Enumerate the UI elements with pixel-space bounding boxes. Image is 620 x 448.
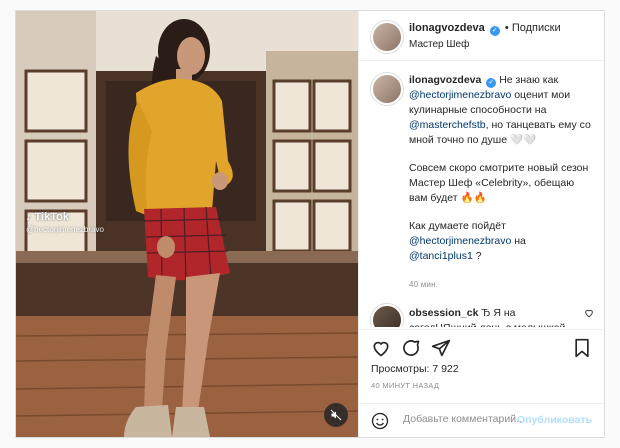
mention-link[interactable]: @tanci1plus1 bbox=[409, 250, 473, 262]
posted-time: 40 МИНУТ НАЗАД bbox=[371, 381, 440, 390]
caption-text: Как думаете пойдёт bbox=[409, 220, 506, 232]
tiktok-watermark: ♪ TikTok @hectorjimenezbravo bbox=[26, 211, 104, 234]
tiktok-icon: ♪ bbox=[26, 211, 32, 223]
avatar[interactable] bbox=[371, 73, 403, 105]
comment-icon[interactable] bbox=[401, 338, 421, 358]
caption-time: 40 мин. bbox=[409, 280, 439, 289]
location-link[interactable]: Мастер Шеф bbox=[409, 39, 561, 50]
caption-paragraph: Совсем скоро смотрите новый сезон Мастер… bbox=[409, 162, 589, 204]
following-button[interactable]: • Подписки bbox=[505, 22, 561, 34]
comment-like-icon[interactable] bbox=[584, 308, 594, 318]
tiktok-handle: @hectorjimenezbravo bbox=[26, 225, 104, 234]
caption-author[interactable]: ilonagvozdeva bbox=[409, 74, 481, 86]
mention-link[interactable]: @hectorjimenezbravo bbox=[409, 235, 511, 247]
tiktok-brand: TikTok bbox=[34, 211, 69, 223]
mention-link[interactable]: @hectorjimenezbravo bbox=[409, 89, 511, 101]
verified-icon: ✓ bbox=[486, 78, 497, 88]
heart-icon[interactable] bbox=[371, 338, 391, 358]
avatar[interactable] bbox=[371, 304, 403, 327]
caption-text: Не знаю как bbox=[499, 74, 559, 86]
post-video[interactable]: ♪ TikTok @hectorjimenezbravo bbox=[16, 11, 358, 437]
post-sidebar: ilonagvozdeva ✓ • Подписки Мастер Шеф il… bbox=[358, 11, 604, 437]
post-header: ilonagvozdeva ✓ • Подписки Мастер Шеф bbox=[359, 11, 604, 61]
publish-button[interactable]: Опубликовать bbox=[517, 414, 592, 426]
comments-list[interactable]: ilonagvozdeva ✓ Не знаю как @hectorjimen… bbox=[359, 61, 604, 327]
emoji-icon[interactable] bbox=[371, 412, 389, 430]
views-count[interactable]: Просмотры: 7 922 bbox=[371, 363, 459, 375]
bookmark-icon[interactable] bbox=[572, 338, 592, 358]
action-bar bbox=[359, 329, 604, 366]
caption-text: ? bbox=[475, 250, 482, 262]
author-username[interactable]: ilonagvozdeva bbox=[409, 22, 485, 34]
caption: ilonagvozdeva ✓ Не знаю как @hectorjimen… bbox=[359, 61, 604, 292]
avatar[interactable] bbox=[371, 21, 403, 53]
mute-button[interactable] bbox=[324, 403, 348, 427]
caption-text: на bbox=[514, 235, 526, 247]
instagram-post: ♪ TikTok @hectorjimenezbravo ilonagvozde… bbox=[15, 10, 605, 438]
share-icon[interactable] bbox=[431, 338, 451, 358]
verified-icon: ✓ bbox=[489, 26, 500, 36]
comment-item: obsession_ck Ђ Я на сегодНЯшний день с м… bbox=[359, 292, 604, 327]
mute-icon bbox=[330, 409, 342, 421]
mention-link[interactable]: @masterchefstb bbox=[409, 119, 486, 131]
comment-author[interactable]: obsession_ck bbox=[409, 307, 478, 319]
add-comment-bar: Опубликовать bbox=[359, 403, 604, 437]
